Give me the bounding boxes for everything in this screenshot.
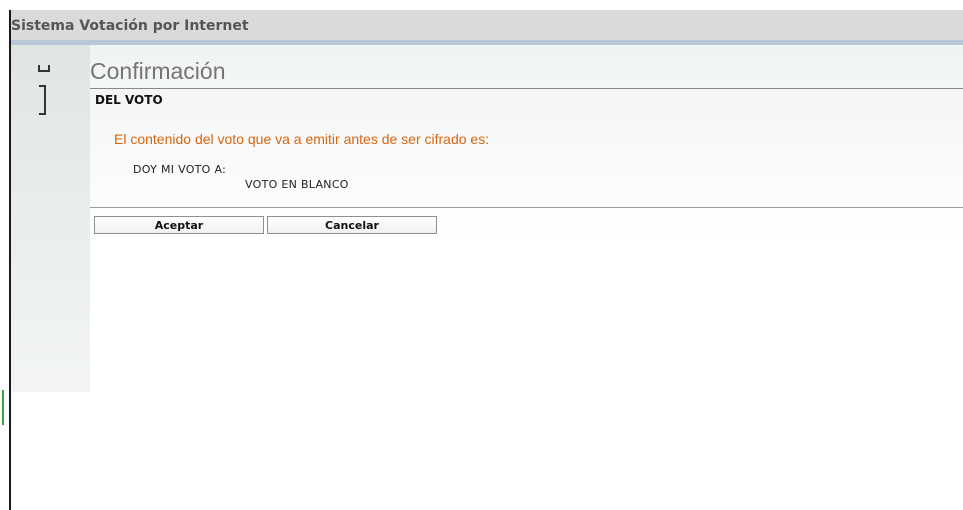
content-divider	[90, 207, 963, 208]
frame-top	[0, 0, 963, 10]
minimize-icon[interactable]	[38, 65, 50, 72]
vote-content-label: DOY MI VOTO A:	[133, 163, 227, 176]
cancel-button[interactable]: Cancelar	[267, 216, 437, 234]
frame-left	[0, 0, 9, 510]
section-subtitle: DEL VOTO	[95, 93, 163, 107]
app-title-bar: Sistema Votación por Internet	[11, 10, 963, 45]
accept-button[interactable]: Aceptar	[94, 216, 264, 234]
window-bar-icon[interactable]	[39, 85, 46, 115]
vote-content-value: VOTO EN BLANCO	[245, 178, 349, 191]
app-title: Sistema Votación por Internet	[11, 18, 249, 34]
page-title: Confirmación	[90, 58, 226, 84]
sidebar	[11, 45, 90, 392]
confirmation-panel: Confirmación DEL VOTO El contenido del v…	[90, 45, 963, 243]
status-indicator	[2, 390, 4, 425]
heading-divider	[90, 88, 963, 89]
vote-notice: El contenido del voto que va a emitir an…	[114, 131, 490, 147]
